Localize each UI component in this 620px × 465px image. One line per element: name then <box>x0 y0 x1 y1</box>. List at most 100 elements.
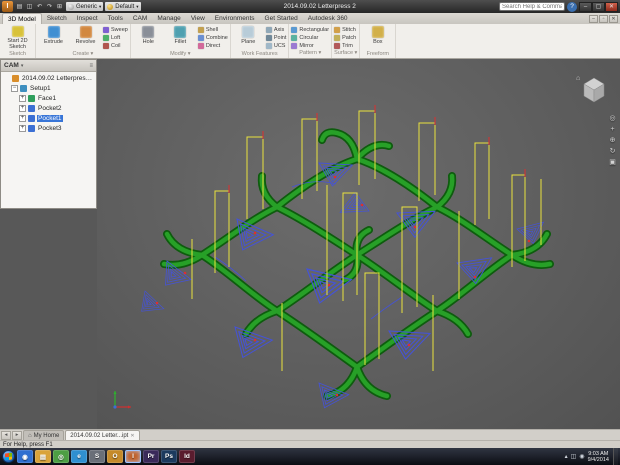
close-button[interactable]: ✕ <box>605 2 618 12</box>
ribbon-button[interactable]: Box <box>362 25 393 50</box>
ribbon-button[interactable]: Patch <box>334 34 356 41</box>
ribbon-tab[interactable]: Sketch <box>42 13 72 24</box>
volume-icon[interactable]: ◉ <box>579 453 584 460</box>
photoshop-icon[interactable]: Ps <box>161 450 177 463</box>
pan-icon[interactable]: + <box>610 126 614 133</box>
ribbon-button[interactable]: Hole <box>133 25 164 50</box>
ribbon-group-label[interactable]: Create ▾ <box>38 50 128 59</box>
ribbon-tab[interactable]: 3D Model <box>2 13 42 24</box>
ribbon-button[interactable]: Direct <box>198 42 228 49</box>
tab-scroll-left-icon[interactable]: ◂ <box>1 431 11 440</box>
ribbon-button[interactable]: Trim <box>334 42 356 49</box>
ribbon-tab[interactable]: Environments <box>210 13 260 24</box>
tree-item[interactable]: + Face1 <box>1 93 96 103</box>
look-at-icon[interactable]: ▣ <box>609 159 616 166</box>
viewcube[interactable]: ⌂ <box>576 71 612 107</box>
ribbon-button[interactable]: Sweep <box>103 26 128 33</box>
save-icon[interactable]: ◫ <box>25 2 34 11</box>
media-player-icon[interactable]: ◉ <box>17 450 33 463</box>
explorer-icon[interactable]: ▤ <box>35 450 51 463</box>
snipping-tool-icon[interactable]: S <box>89 450 105 463</box>
viewcube-home-icon[interactable]: ⌂ <box>576 75 580 82</box>
tree-expander-icon[interactable]: + <box>19 105 26 112</box>
tab-document[interactable]: 2014.09.02 Letter...ipt ✕ <box>65 430 139 440</box>
zoom-icon[interactable]: ⊕ <box>610 137 616 144</box>
ribbon-button[interactable]: UCS <box>266 42 287 49</box>
ribbon-button[interactable]: Extrude <box>38 25 69 50</box>
ribbon-button[interactable]: Point <box>266 34 287 41</box>
ribbon-group-label[interactable]: Modify ▾ <box>133 50 228 59</box>
ribbon-tab[interactable]: Get Started <box>260 13 303 24</box>
tree-item[interactable]: + Pocket2 <box>1 103 96 113</box>
ribbon-group-label[interactable]: Sketch <box>2 50 33 59</box>
ribbon-button[interactable]: Loft <box>103 34 128 41</box>
ribbon-button[interactable]: Axis <box>266 26 287 33</box>
tree-item[interactable]: + Pocket3 <box>1 123 96 133</box>
ribbon-button[interactable]: Stitch <box>334 26 356 33</box>
tree-expander-icon[interactable] <box>3 75 10 82</box>
browser-menu-icon[interactable]: ≡ <box>89 63 93 69</box>
tab-scroll-right-icon[interactable]: ▸ <box>12 431 22 440</box>
maximize-button[interactable]: ▢ <box>592 2 605 12</box>
toolpath-canvas[interactable] <box>97 59 620 429</box>
ribbon-group-label[interactable]: Surface ▾ <box>334 49 357 58</box>
tree-expander-icon[interactable]: + <box>19 115 26 122</box>
chevron-down-icon[interactable]: ▾ <box>21 63 24 69</box>
ribbon-button[interactable]: Mirror <box>291 42 329 49</box>
undo-icon[interactable]: ↶ <box>35 2 44 11</box>
ribbon-button[interactable]: Start 2D Sketch <box>2 25 33 50</box>
start-button[interactable] <box>2 450 15 463</box>
tray-expand-icon[interactable]: ▴ <box>565 453 568 460</box>
tree-item[interactable]: − Setup1 <box>1 83 96 93</box>
ribbon-tab[interactable]: Manage <box>152 13 186 24</box>
ribbon-group-label[interactable]: Pattern ▾ <box>291 49 329 58</box>
application-menu-button[interactable]: I <box>2 1 13 12</box>
ribbon-button[interactable]: Fillet <box>165 25 196 50</box>
ribbon-button[interactable]: Shell <box>198 26 228 33</box>
ribbon-tab[interactable]: CAM <box>128 13 152 24</box>
minimize-button[interactable]: – <box>579 2 592 12</box>
ribbon-tab[interactable]: Autodesk 360 <box>303 13 353 24</box>
premiere-icon[interactable]: Pr <box>143 450 159 463</box>
outlook-icon[interactable]: O <box>107 450 123 463</box>
material-dropdown[interactable]: Generic ▾ <box>66 2 103 11</box>
ribbon-button[interactable]: Rectangular <box>291 26 329 33</box>
search-input[interactable] <box>499 2 565 11</box>
open-icon[interactable]: ▤ <box>15 2 24 11</box>
navigation-wheel-icon[interactable]: ◎ <box>609 115 615 122</box>
taskbar-clock[interactable]: 9:03 AM 9/4/2014 <box>588 451 610 463</box>
ribbon-button[interactable]: Combine <box>198 34 228 41</box>
doc-minimize-button[interactable]: – <box>589 15 598 23</box>
tree-expander-icon[interactable]: + <box>19 125 26 132</box>
network-icon[interactable]: ◫ <box>571 453 577 460</box>
ribbon-tab[interactable]: Tools <box>103 13 128 24</box>
show-desktop-button[interactable] <box>613 448 618 465</box>
ribbon-group-label[interactable]: Work Features <box>233 50 287 59</box>
update-icon[interactable]: ⊞ <box>55 2 64 11</box>
appearance-dropdown[interactable]: Default ▾ <box>105 2 140 11</box>
ribbon-button[interactable]: Circular <box>291 34 329 41</box>
close-tab-icon[interactable]: ✕ <box>130 433 134 439</box>
ribbon-group-label[interactable]: Freeform <box>362 50 393 59</box>
redo-icon[interactable]: ↷ <box>45 2 54 11</box>
ribbon-button[interactable]: Plane <box>233 25 264 50</box>
ribbon-tab[interactable]: Inspect <box>72 13 103 24</box>
ribbon-button[interactable]: Coil <box>103 42 128 49</box>
tree-item[interactable]: 2014.09.02 Letterpress 2 Operation(s) <box>1 73 96 83</box>
help-icon[interactable]: ? <box>567 2 577 12</box>
doc-close-button[interactable]: ✕ <box>609 15 618 23</box>
browser-panel-header[interactable]: CAM ▾ ≡ <box>1 60 96 72</box>
tab-my-home[interactable]: ⌂ My Home <box>23 430 64 440</box>
chrome-icon[interactable]: ◎ <box>53 450 69 463</box>
tree-expander-icon[interactable]: + <box>19 95 26 102</box>
tree-expander-icon[interactable]: − <box>11 85 18 92</box>
viewport-3d[interactable]: ⌂ ◎ + ⊕ ↻ ▣ <box>97 59 620 429</box>
indesign-icon[interactable]: Id <box>179 450 195 463</box>
tree-item[interactable]: + Pocket1 <box>1 113 96 123</box>
ribbon-button[interactable]: Revolve <box>70 25 101 50</box>
orbit-icon[interactable]: ↻ <box>610 148 616 155</box>
doc-restore-button[interactable]: ▫ <box>599 15 608 23</box>
ribbon-tab[interactable]: View <box>186 13 210 24</box>
ie-icon[interactable]: e <box>71 450 87 463</box>
inventor-icon[interactable]: I <box>125 450 141 463</box>
